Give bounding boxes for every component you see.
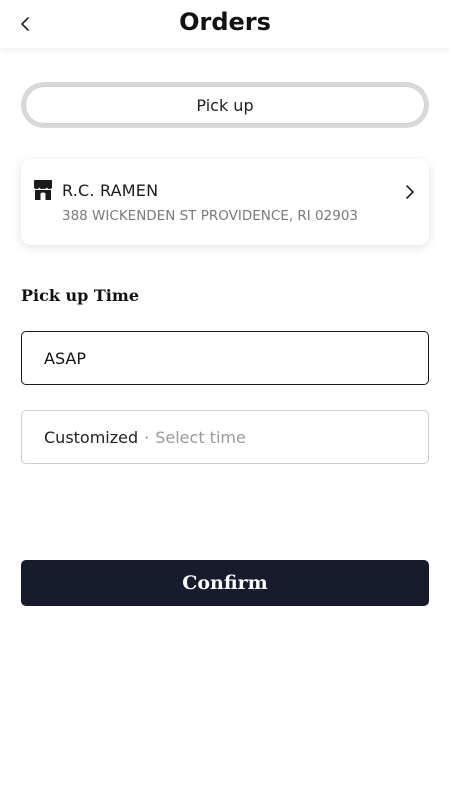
asap-label: ASAP xyxy=(44,348,86,368)
store-card[interactable]: R.C. RAMEN 388 WICKENDEN ST PROVIDENCE, … xyxy=(21,159,429,245)
storefront-icon xyxy=(34,180,52,200)
fulfillment-mode-toggle: Pick up xyxy=(21,82,429,128)
orders-screen: Orders Pick up R.C. RAMEN 388 WICKENDEN … xyxy=(0,0,450,800)
store-name: R.C. RAMEN xyxy=(62,181,159,200)
pickup-mode-option[interactable]: Pick up xyxy=(25,86,425,124)
customized-time-option[interactable]: Customized · Select time xyxy=(21,410,429,464)
asap-time-option[interactable]: ASAP xyxy=(21,331,429,385)
customized-label: Customized xyxy=(44,427,139,447)
page-title: Orders xyxy=(179,8,271,36)
top-app-bar: Orders xyxy=(0,0,450,48)
chevron-right-icon xyxy=(406,185,414,199)
confirm-button[interactable]: Confirm xyxy=(21,560,429,606)
separator-dot: · xyxy=(144,427,150,447)
store-address: 388 WICKENDEN ST PROVIDENCE, RI 02903 xyxy=(62,208,359,224)
pickup-time-heading: Pick up Time xyxy=(21,286,139,305)
select-time-placeholder: Select time xyxy=(155,427,246,447)
